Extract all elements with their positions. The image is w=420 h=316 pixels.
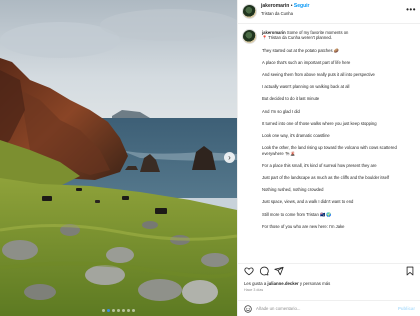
heart-icon[interactable] [244,266,254,276]
caption-paragraph: And seeing them from above really puts i… [262,72,375,78]
likes-suffix[interactable]: y personas más [299,281,330,286]
carousel-dot [127,309,130,312]
caption-section: jakeromarin Some of my favorite moments … [238,26,420,262]
post-details-panel: jakeromarin • Seguir Tristan da Cunha ••… [237,0,420,316]
carousel-dot [107,309,110,312]
caption-paragraph: And I'm so glad I did [262,108,300,114]
likes-prefix: Les gusta a [244,281,268,286]
post-timestamp[interactable]: Hace 3 días [244,288,263,292]
liked-by-user-link[interactable]: julianne.decker [267,281,298,286]
caption-paragraph: For a place this small, it's kind of sur… [262,162,377,168]
action-bar [238,263,420,277]
caption-paragraph: For those of you who are new here: I'm J… [262,223,345,229]
comment-bar: Publicar [238,300,420,316]
username-link[interactable]: jakeromarin [261,3,289,9]
carousel-dot [117,309,120,312]
carousel-dot [122,309,125,312]
landscape-image [0,0,237,316]
caption-paragraph: A place that's such an important part of… [262,59,351,65]
chevron-right-icon: › [228,152,231,162]
follow-button[interactable]: Seguir [294,3,310,9]
carousel-dot [132,309,135,312]
carousel-dot [102,309,105,312]
carousel-dot [112,309,115,312]
carousel-next-button[interactable]: › [224,152,235,163]
avatar[interactable] [242,4,257,19]
caption-paragraph: Just space, views, and a walk I didn't w… [262,199,354,205]
comment-input[interactable] [256,304,386,313]
caption-line-1: 📍 Tristan da Cunha weren't planned. [262,35,333,41]
caption-paragraph: But decided to do it last minute [262,96,320,102]
comment-icon[interactable] [259,266,269,276]
caption-paragraph: Look the other, the land rising up towar… [262,145,397,156]
caption-paragraph: I actually wasn't planning on walking ba… [262,84,350,90]
caption-paragraph: Still more to come from Tristan 🇹🇦 🌍 [262,211,332,217]
post-photo[interactable]: › [0,0,237,316]
caption-paragraph: Look one way, it's dramatic coastline [262,133,330,139]
caption-paragraph: It turned into one of those walks where … [262,120,377,126]
carousel-indicator [0,309,237,312]
caption-paragraph: They started out at the potato patches 🥔 [262,47,339,53]
caption-username[interactable]: jakeromarin [262,30,286,35]
caption-text: jakeromarin Some of my favorite moments … [262,30,417,236]
share-icon[interactable] [274,266,284,276]
separator: • [290,3,293,9]
likes-summary: Les gusta a julianne.decker y personas m… [244,281,330,286]
caption-line-0: Some of my favorite moments on [286,30,349,35]
emoji-icon[interactable] [244,305,252,313]
caption-paragraph: Just part of the landscape as much as th… [262,175,390,181]
location-link[interactable]: Tristan da Cunha [261,11,293,16]
post-header: jakeromarin • Seguir Tristan da Cunha ••… [238,0,420,24]
caption-paragraph: Nothing rushed, nothing crowded [262,187,324,193]
bookmark-icon[interactable] [405,266,415,276]
publish-button[interactable]: Publicar [398,306,415,311]
more-horizontal-icon[interactable]: ••• [406,6,416,14]
caption-avatar[interactable] [242,29,257,44]
